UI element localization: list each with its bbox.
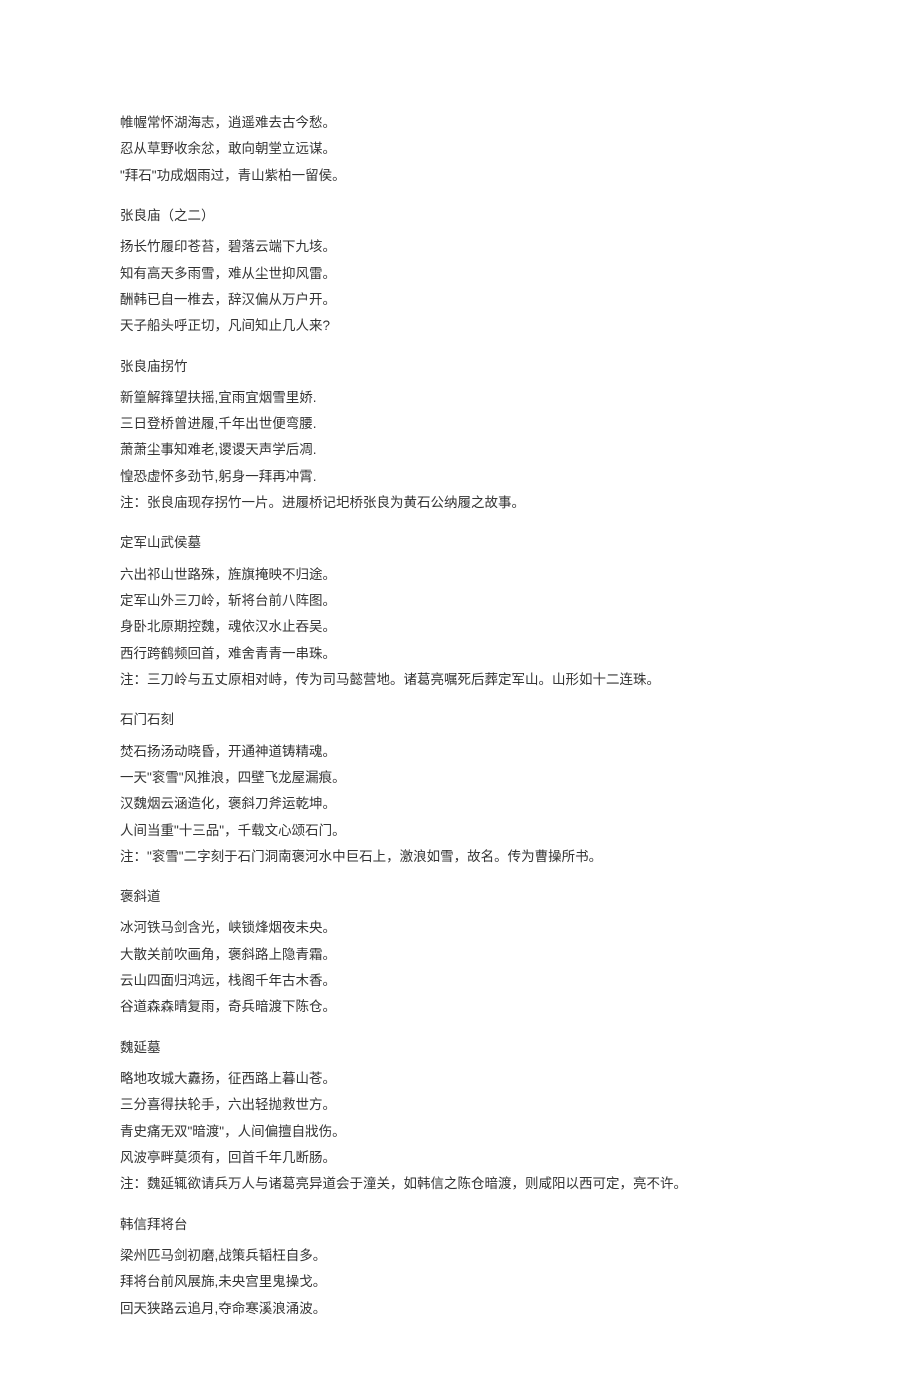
poem-block: 韩信拜将台梁州匹马剑初磨,战策兵韬枉自多。拜将台前风展旆,未央宫里鬼操戈。回天狭… bbox=[120, 1212, 800, 1322]
poem-line: 新篁解箨望扶摇,宜雨宜烟雪里娇. bbox=[120, 385, 800, 411]
poem-note: 注：张良庙现存拐竹一片。进履桥记圯桥张良为黄石公纳履之故事。 bbox=[120, 490, 800, 516]
poem-title: 褒斜道 bbox=[120, 884, 800, 910]
poem-block: 帷幄常怀湖海志，逍遥难去古今愁。忍从草野收余忿，敢向朝堂立远谋。"拜石"功成烟雨… bbox=[120, 110, 800, 189]
poem-block: 定军山武侯墓六出祁山世路殊，旌旗掩映不归途。定军山外三刀岭，斩将台前八阵图。身卧… bbox=[120, 530, 800, 693]
poem-line: 略地攻城大纛扬，征西路上暮山苍。 bbox=[120, 1066, 800, 1092]
poem-title: 韩信拜将台 bbox=[120, 1212, 800, 1238]
poem-line: 梁州匹马剑初磨,战策兵韬枉自多。 bbox=[120, 1243, 800, 1269]
poem-note: 注：魏延辄欲请兵万人与诸葛亮异道会于潼关，如韩信之陈仓暗渡，则咸阳以西可定，亮不… bbox=[120, 1171, 800, 1197]
poem-line: 拜将台前风展旆,未央宫里鬼操戈。 bbox=[120, 1269, 800, 1295]
poem-line: 萧萧尘事知难老,谡谡天声学后凋. bbox=[120, 437, 800, 463]
poem-title: 石门石刻 bbox=[120, 707, 800, 733]
poem-line: "拜石"功成烟雨过，青山紫柏一留侯。 bbox=[120, 163, 800, 189]
poem-line: 忍从草野收余忿，敢向朝堂立远谋。 bbox=[120, 136, 800, 162]
poem-line: 六出祁山世路殊，旌旗掩映不归途。 bbox=[120, 562, 800, 588]
poem-line: 帷幄常怀湖海志，逍遥难去古今愁。 bbox=[120, 110, 800, 136]
poem-line: 云山四面归鸿远，栈阁千年古木香。 bbox=[120, 968, 800, 994]
poem-block: 张良庙拐竹新篁解箨望扶摇,宜雨宜烟雪里娇.三日登桥曾进履,千年出世便弯腰.萧萧尘… bbox=[120, 354, 800, 517]
poem-line: 天子船头呼正切，凡间知止几人来? bbox=[120, 313, 800, 339]
poem-line: 风波亭畔莫须有，回首千年几断肠。 bbox=[120, 1145, 800, 1171]
poem-note: 注："衮雪"二字刻于石门洞南褒河水中巨石上，激浪如雪，故名。传为曹操所书。 bbox=[120, 844, 800, 870]
poem-block: 魏延墓略地攻城大纛扬，征西路上暮山苍。三分喜得扶轮手，六出轻抛救世方。青史痛无双… bbox=[120, 1035, 800, 1198]
poem-title: 张良庙（之二） bbox=[120, 203, 800, 229]
poem-block: 石门石刻焚石扬汤动晓昏，开通神道铸精魂。一天"衮雪"风推浪，四壁飞龙屋漏痕。汉魏… bbox=[120, 707, 800, 870]
poem-line: 冰河铁马剑含光，峡锁烽烟夜未央。 bbox=[120, 915, 800, 941]
poem-block: 褒斜道冰河铁马剑含光，峡锁烽烟夜未央。大散关前吹画角，褒斜路上隐青霜。云山四面归… bbox=[120, 884, 800, 1021]
poem-line: 酬韩已自一椎去，辞汉偏从万户开。 bbox=[120, 287, 800, 313]
poem-line: 汉魏烟云涵造化，褒斜刀斧运乾坤。 bbox=[120, 791, 800, 817]
poem-line: 青史痛无双"暗渡"，人间偏擅自戕伤。 bbox=[120, 1119, 800, 1145]
poem-line: 焚石扬汤动晓昏，开通神道铸精魂。 bbox=[120, 739, 800, 765]
poem-line: 惶恐虚怀多劲节,躬身一拜再冲霄. bbox=[120, 464, 800, 490]
poem-title: 定军山武侯墓 bbox=[120, 530, 800, 556]
poem-line: 知有高天多雨雪，难从尘世抑风雷。 bbox=[120, 261, 800, 287]
poem-line: 定军山外三刀岭，斩将台前八阵图。 bbox=[120, 588, 800, 614]
poem-line: 回天狭路云追月,夺命寒溪浪涌波。 bbox=[120, 1296, 800, 1322]
poem-block: 张良庙（之二） 扬长竹履印苍苔，碧落云端下九垓。知有高天多雨雪，难从尘世抑风雷。酬… bbox=[120, 203, 800, 340]
poem-line: 身卧北原期控魏，魂依汉水止吞吴。 bbox=[120, 614, 800, 640]
poem-title: 张良庙拐竹 bbox=[120, 354, 800, 380]
poem-line: 一天"衮雪"风推浪，四壁飞龙屋漏痕。 bbox=[120, 765, 800, 791]
poem-title: 魏延墓 bbox=[120, 1035, 800, 1061]
poem-line: 谷道森森晴复雨，奇兵暗渡下陈仓。 bbox=[120, 994, 800, 1020]
poem-line: 人间当重"十三品"，千载文心颂石门。 bbox=[120, 818, 800, 844]
poem-line: 扬长竹履印苍苔，碧落云端下九垓。 bbox=[120, 234, 800, 260]
poem-line: 三分喜得扶轮手，六出轻抛救世方。 bbox=[120, 1092, 800, 1118]
poem-note: 注：三刀岭与五丈原相对峙，传为司马懿营地。诸葛亮嘱死后葬定军山。山形如十二连珠。 bbox=[120, 667, 800, 693]
poem-line: 三日登桥曾进履,千年出世便弯腰. bbox=[120, 411, 800, 437]
poem-line: 大散关前吹画角，褒斜路上隐青霜。 bbox=[120, 942, 800, 968]
poem-line: 西行跨鹤频回首，难舍青青一串珠。 bbox=[120, 641, 800, 667]
